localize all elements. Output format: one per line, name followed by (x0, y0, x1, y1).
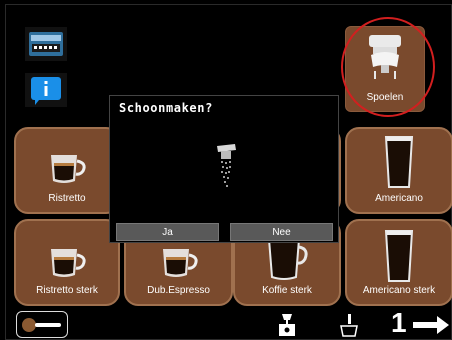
drink-tile-ristretto-sterk[interactable]: Ristretto sterk (14, 219, 120, 306)
rinse-button[interactable]: Spoelen (345, 26, 425, 112)
tall-glass-icon (382, 135, 416, 195)
rinse-nozzle-icon (363, 33, 407, 91)
confirm-button[interactable]: Ja (116, 223, 219, 241)
arrow-right-icon[interactable] (411, 314, 451, 340)
espresso-cup-icon (157, 243, 201, 287)
rinse-label: Spoelen (366, 92, 404, 103)
espresso-cup-icon (45, 243, 89, 287)
coffee-machine-screen: Spoelen Ristretto Americano Ristretto st… (0, 0, 452, 340)
drink-label: Dub.Espresso (147, 285, 210, 296)
cup-count: 1 (391, 307, 407, 338)
drink-label: Americano (375, 193, 423, 204)
grinder-icon[interactable] (276, 312, 298, 340)
drink-tile-ristretto[interactable]: Ristretto (14, 127, 120, 214)
drink-label: Ristretto (48, 193, 86, 204)
tall-glass-icon (382, 229, 416, 289)
cleaning-dialog: Schoonmaken? Ja Nee (109, 95, 339, 243)
espresso-cup-icon (45, 149, 89, 193)
card-reader-icon[interactable] (25, 27, 67, 61)
drink-label: Ristretto sterk (36, 285, 98, 296)
cancel-button[interactable]: Nee (230, 223, 333, 241)
bean-scoop-icon[interactable] (16, 311, 68, 338)
drink-tile-americano[interactable]: Americano (345, 127, 452, 214)
dialog-title: Schoonmaken? (119, 101, 213, 115)
info-icon[interactable] (25, 73, 67, 107)
drink-label: Koffie sterk (262, 285, 312, 296)
spray-cleaning-icon (214, 142, 238, 194)
drink-tile-americano-sterk[interactable]: Americano sterk (345, 219, 452, 306)
dispense-icon[interactable] (338, 312, 360, 340)
drink-label: Americano sterk (362, 285, 436, 296)
